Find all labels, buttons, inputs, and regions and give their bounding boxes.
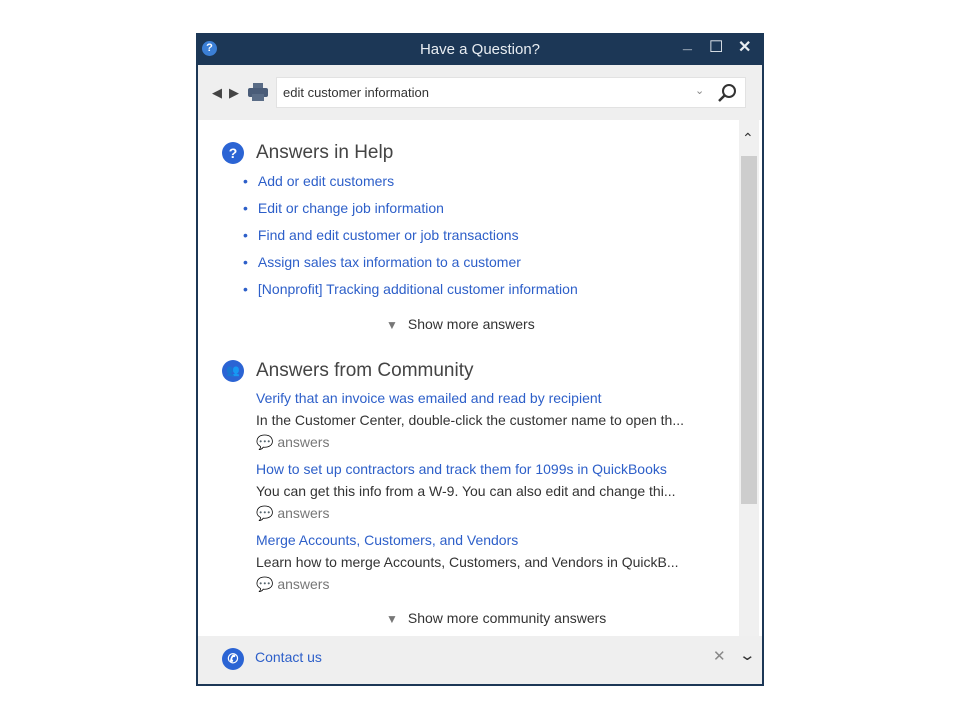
minimize-button[interactable]: _ [683,35,692,53]
back-icon[interactable]: ◀ [212,85,222,101]
title-bar: ? Have a Question? _ ☐ ✕ [196,33,764,65]
search-input[interactable] [281,84,685,101]
maximize-button[interactable]: ☐ [709,37,723,57]
show-more-answers[interactable]: ▼ Show more answers [386,316,535,332]
help-heading: Answers in Help [256,142,394,163]
scrollbar[interactable]: ⌃ [739,120,759,636]
question-icon: ? [222,142,244,164]
chat-icon: 💬 [256,434,278,450]
close-footer-icon[interactable]: ✕ [713,647,726,665]
community-desc: Learn how to merge Accounts, Customers, … [256,554,679,570]
community-desc: You can get this info from a W-9. You ca… [256,483,676,499]
help-window: ? Have a Question? _ ☐ ✕ ◀ ▶ ⌄ ? Answers… [196,33,764,686]
community-heading: Answers from Community [256,360,474,381]
community-link[interactable]: Merge Accounts, Customers, and Vendors [256,532,679,548]
help-link[interactable]: • Assign sales tax information to a custo… [243,254,521,270]
help-link[interactable]: • Find and edit customer or job transacti… [243,227,519,243]
footer: ✆ Contact us ✕ ⌄ [198,636,762,684]
toolbar: ◀ ▶ ⌄ [198,65,762,120]
search-box: ⌄ [276,77,746,108]
close-button[interactable]: ✕ [738,37,751,57]
forward-icon[interactable]: ▶ [229,85,239,101]
answers-count: 💬 answers [256,576,330,592]
search-icon[interactable] [717,83,737,103]
answers-count: 💬 answers [256,505,330,521]
chat-icon: 💬 [256,576,278,592]
results-panel: ? Answers in Help • Add or edit customers… [198,120,739,636]
answers-count: 💬 answers [256,434,330,450]
community-link[interactable]: Verify that an invoice was emailed and r… [256,390,684,406]
show-more-community[interactable]: ▼ Show more community answers [386,610,606,626]
community-item: Verify that an invoice was emailed and r… [256,390,684,451]
print-icon[interactable] [248,83,268,101]
scrollbar-thumb[interactable] [741,156,757,504]
scroll-down-icon[interactable]: ⌄ [738,646,756,664]
help-link[interactable]: • [Nonprofit] Tracking additional custome… [243,281,578,297]
help-link[interactable]: • Add or edit customers [243,173,394,189]
chevron-down-icon: ▼ [386,612,398,626]
scroll-up-icon[interactable]: ⌃ [742,130,754,147]
dropdown-chevron-icon[interactable]: ⌄ [695,84,704,97]
chat-icon: 💬 [256,505,278,521]
chevron-down-icon: ▼ [386,318,398,332]
community-item: Merge Accounts, Customers, and Vendors L… [256,532,679,593]
community-icon: 👥 [222,360,244,382]
window-title: Have a Question? [419,41,541,58]
community-desc: In the Customer Center, double-click the… [256,412,684,428]
community-link[interactable]: How to set up contractors and track them… [256,461,676,477]
community-item: How to set up contractors and track them… [256,461,676,522]
help-link[interactable]: • Edit or change job information [243,200,444,216]
contact-us-link[interactable]: Contact us [255,649,322,665]
phone-icon: ✆ [222,648,244,670]
